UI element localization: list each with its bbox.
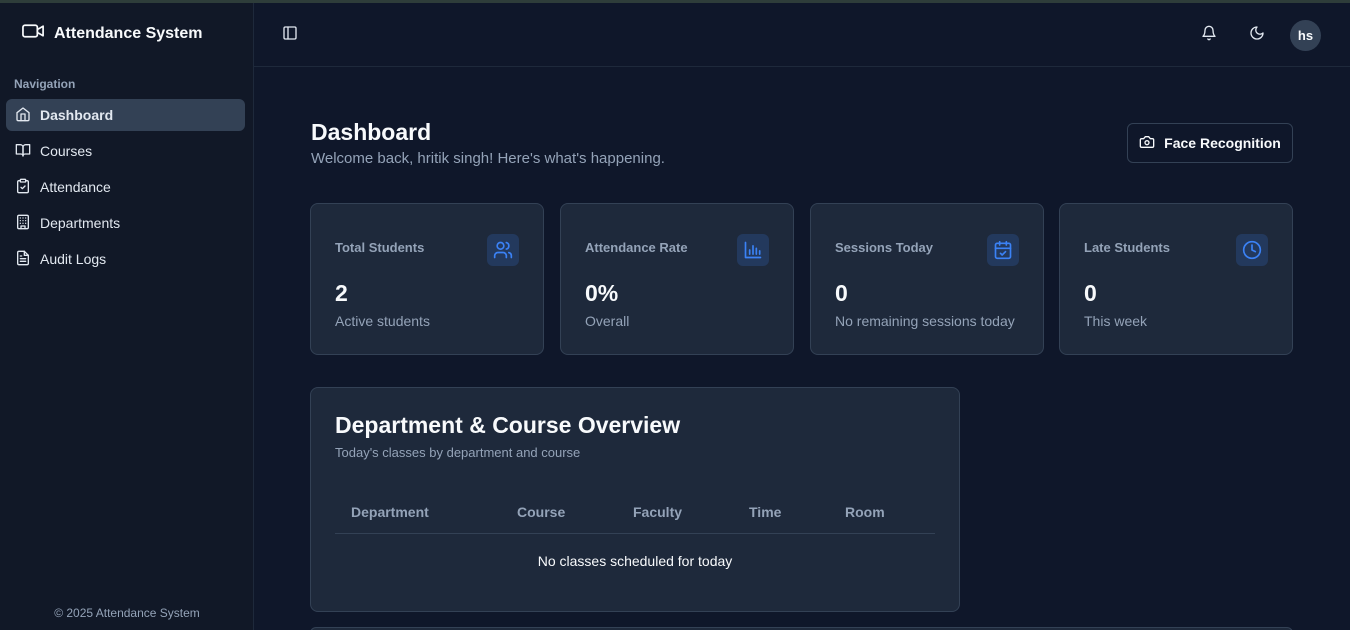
calendar-check-icon [987,234,1019,266]
face-recognition-label: Face Recognition [1164,135,1281,151]
stat-subtext: Active students [335,313,430,329]
sidebar-item-dashboard[interactable]: Dashboard [6,99,245,131]
clock-icon [1236,234,1268,266]
sidebar-item-audit-logs[interactable]: Audit Logs [6,243,245,275]
stat-value: 2 [335,280,348,306]
sidebar-toggle-icon [282,25,298,46]
sidebar-item-label: Dashboard [40,107,114,123]
stat-subtext: Overall [585,313,630,329]
avatar[interactable]: hs [1290,20,1321,51]
sidebar-item-label: Audit Logs [40,251,107,267]
page-subtitle: Welcome back, hritik singh! Here's what'… [311,150,665,167]
column-header-faculty: Faculty [633,504,683,520]
brand[interactable]: Attendance System [22,22,203,45]
column-header-department: Department [351,504,429,520]
stat-subtext: No remaining sessions today [835,313,1015,329]
users-icon [487,234,519,266]
overview-title: Department & Course Overview [335,412,681,438]
sidebar-nav: Dashboard Courses Attendance Departments… [6,99,245,279]
building-icon [15,214,31,233]
theme-toggle-button[interactable] [1247,25,1267,45]
notifications-button[interactable] [1199,25,1219,45]
stat-label: Late Students [1084,240,1170,255]
video-camera-icon [22,22,45,45]
moon-icon [1249,25,1265,46]
top-header: hs [254,3,1350,67]
sidebar-toggle-button[interactable] [282,25,298,45]
sidebar-item-courses[interactable]: Courses [6,135,245,167]
home-icon [15,106,31,125]
copyright: © 2025 Attendance System [54,606,200,620]
empty-state-message: No classes scheduled for today [537,553,733,569]
stat-card-late-students: Late Students 0 This week [1059,203,1293,355]
column-header-course: Course [517,504,566,520]
page-title: Dashboard [311,119,432,145]
stat-subtext: This week [1084,313,1148,329]
stat-value: 0 [835,280,848,306]
app-title: Attendance System [54,24,203,42]
stat-value: 0% [585,280,619,306]
stat-card-attendance-rate: Attendance Rate 0% Overall [560,203,794,355]
department-course-overview: Department & Course Overview Today's cla… [310,387,960,612]
table-header: Department Course Faculty Time Room [335,490,935,534]
stat-card-total-students: Total Students 2 Active students [310,203,544,355]
book-open-icon [15,142,31,161]
stat-label: Attendance Rate [585,240,688,255]
sidebar: Attendance System Navigation Dashboard C… [0,3,254,630]
stat-card-sessions-today: Sessions Today 0 No remaining sessions t… [810,203,1044,355]
column-header-time: Time [749,504,782,520]
column-header-room: Room [845,504,885,520]
sidebar-item-label: Departments [40,215,121,231]
file-text-icon [15,250,31,269]
sidebar-item-label: Courses [40,143,93,159]
sidebar-item-attendance[interactable]: Attendance [6,171,245,203]
bar-chart-icon [737,234,769,266]
nav-heading: Navigation [14,77,76,91]
stat-value: 0 [1084,280,1097,306]
overview-subtitle: Today's classes by department and course [335,445,581,460]
clipboard-check-icon [15,178,31,197]
stat-label: Total Students [335,240,425,255]
sidebar-item-departments[interactable]: Departments [6,207,245,239]
camera-icon [1139,134,1155,153]
stat-label: Sessions Today [835,240,934,255]
bell-icon [1201,25,1217,46]
sidebar-item-label: Attendance [40,179,111,195]
face-recognition-button[interactable]: Face Recognition [1127,123,1293,163]
